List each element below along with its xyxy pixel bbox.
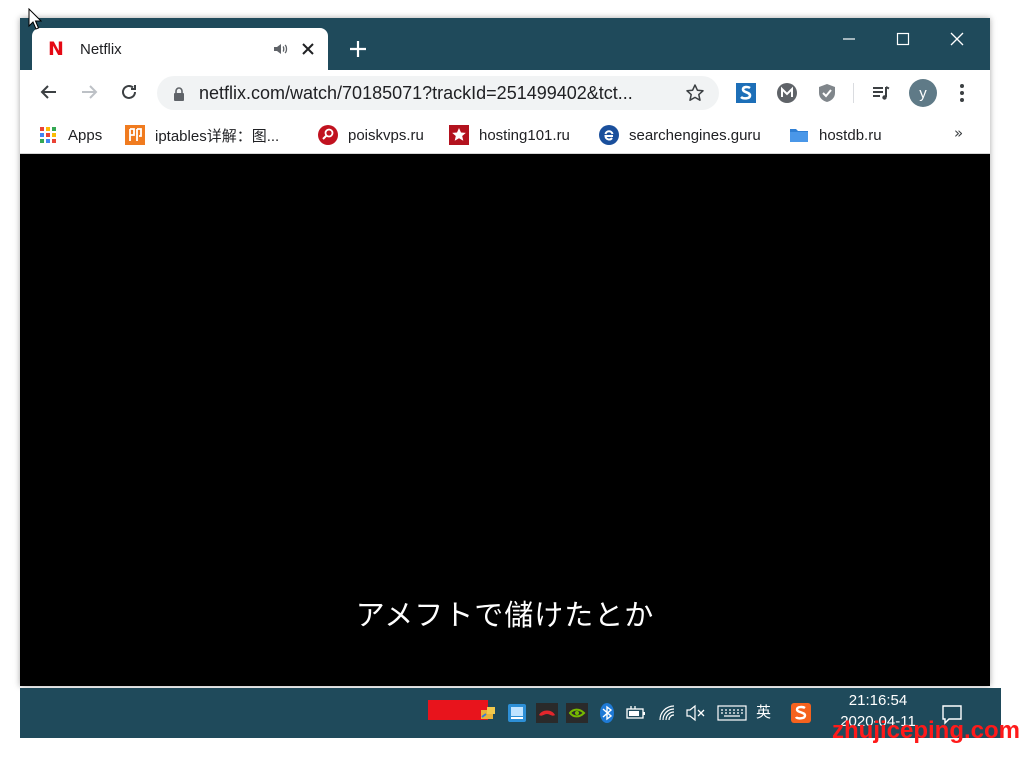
nvidia-icon[interactable] <box>566 702 588 724</box>
new-tab-icon[interactable] <box>347 38 369 60</box>
bookmark-label: poiskvps.ru <box>348 126 424 144</box>
lock-icon[interactable] <box>173 86 185 101</box>
bookmark-label: hostdb.ru <box>819 126 882 144</box>
video-player[interactable]: アメフトで儲けたとか <box>20 155 990 686</box>
shield-extension-icon[interactable] <box>815 81 839 105</box>
keyboard-icon[interactable] <box>717 702 747 724</box>
address-bar[interactable]: netflix.com/watch/70185071?trackId=25149… <box>157 76 719 110</box>
bookmark-star-icon[interactable] <box>685 83 705 103</box>
s-extension-icon[interactable] <box>734 81 758 105</box>
battery-icon[interactable] <box>625 702 647 724</box>
input-method-indicator[interactable]: 英 <box>756 701 776 725</box>
tab-close-icon[interactable] <box>300 41 316 57</box>
title-bar: N Netflix <box>20 18 990 70</box>
network-share-icon[interactable] <box>477 702 499 724</box>
forward-arrow-icon[interactable] <box>77 80 101 104</box>
bookmark-label: searchengines.guru <box>629 126 761 144</box>
bookmarks-bar: Apps iptables详解：图... poiskvps.ru hosting… <box>20 116 990 154</box>
bookmarks-overflow-chevron-icon[interactable]: » <box>954 124 963 142</box>
profile-avatar[interactable]: y <box>909 79 937 107</box>
mouse-pointer-icon <box>28 7 43 30</box>
toolbar: netflix.com/watch/70185071?trackId=25149… <box>20 70 990 116</box>
bluetooth-icon[interactable] <box>596 702 618 724</box>
apps-grid-icon <box>38 125 58 145</box>
tab-title: Netflix <box>80 40 122 58</box>
app-tray-icon[interactable] <box>506 702 528 724</box>
watermark-text: zhujiceping.com <box>832 717 1021 744</box>
folder-icon <box>789 125 809 145</box>
bookmark-label: hosting101.ru <box>479 126 570 144</box>
blue-e-icon <box>599 125 619 145</box>
red-search-icon <box>318 125 338 145</box>
sogou-input-icon[interactable] <box>790 702 812 724</box>
bookmark-label: iptables详解：图... <box>155 127 280 145</box>
maximize-icon[interactable] <box>880 24 926 54</box>
orange-badge-icon <box>125 125 145 145</box>
audio-playing-icon[interactable] <box>272 40 290 58</box>
desktop-screen: N Netflix netflix.com/watch/70185071?tra… <box>0 0 1021 758</box>
media-controls-icon[interactable] <box>869 81 893 105</box>
bookmark-apps[interactable]: Apps <box>38 122 102 148</box>
gaming-tray-icon[interactable] <box>536 702 558 724</box>
window-close-icon[interactable] <box>934 24 980 54</box>
volume-muted-icon[interactable] <box>685 702 707 724</box>
bookmark-searchengines[interactable]: searchengines.guru <box>599 122 761 148</box>
tab-netflix[interactable]: N Netflix <box>32 28 328 70</box>
kebab-menu-icon[interactable] <box>950 81 974 105</box>
video-subtitle: アメフトで儲けたとか <box>355 598 655 632</box>
bookmark-hostdb[interactable]: hostdb.ru <box>789 122 882 148</box>
toolbar-separator <box>853 83 854 103</box>
browser-window: N Netflix netflix.com/watch/70185071?tra… <box>20 18 990 686</box>
m-extension-icon[interactable] <box>775 81 799 105</box>
clock-time[interactable]: 21:16:54 <box>838 692 918 709</box>
minimize-icon[interactable] <box>826 24 872 54</box>
bookmark-poiskvps[interactable]: poiskvps.ru <box>318 122 424 148</box>
red-star-icon <box>449 125 469 145</box>
netflix-logo-icon: N <box>48 38 64 60</box>
bookmark-iptables[interactable]: iptables详解：图... <box>125 122 279 148</box>
reload-icon[interactable] <box>117 80 141 104</box>
wifi-icon[interactable] <box>657 702 679 724</box>
back-arrow-icon[interactable] <box>37 80 61 104</box>
bookmark-label: Apps <box>68 126 103 144</box>
bookmark-hosting101[interactable]: hosting101.ru <box>449 122 570 148</box>
url-text[interactable]: netflix.com/watch/70185071?trackId=25149… <box>199 82 679 104</box>
